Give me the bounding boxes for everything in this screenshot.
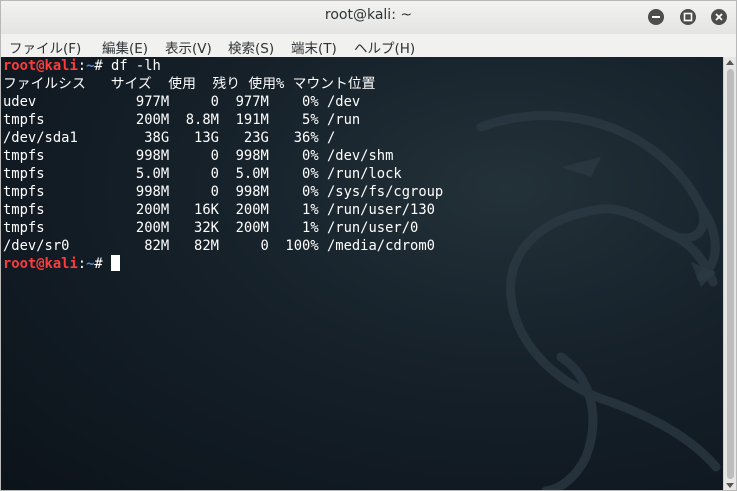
close-button[interactable]: [711, 9, 727, 25]
maximize-icon: [683, 12, 693, 22]
scroll-up-arrow-icon[interactable]: [726, 60, 734, 65]
terminal-area[interactable]: root@kali:~# df -lh ファイルシス サイズ 使用 残り 使用%…: [1, 57, 723, 490]
output-header: ファイルシス サイズ 使用 残り 使用% マウント位置: [3, 76, 376, 92]
output-row: tmpfs 200M 8.8M 191M 5% /run: [3, 112, 361, 128]
close-icon: [715, 13, 723, 21]
output-row: /dev/sda1 38G 13G 23G 36% /: [3, 130, 336, 146]
output-row: udev 977M 0 977M 0% /dev: [3, 94, 361, 110]
window-title: root@kali: ~: [324, 7, 413, 23]
menu-file[interactable]: ファイル(F): [9, 37, 81, 57]
menu-bar: ファイル(F) 編集(E) 表示(V) 検索(S) 端末(T) ヘルプ(H): [1, 34, 736, 58]
vertical-scrollbar[interactable]: [723, 57, 736, 490]
command-text: df -lh: [102, 58, 161, 74]
prompt-separator: :: [77, 256, 87, 272]
output-row: tmpfs 5.0M 0 5.0M 0% /run/lock: [3, 166, 402, 182]
prompt-symbol: #: [94, 256, 103, 272]
prompt-line: root@kali:~#: [3, 255, 121, 273]
menu-terminal[interactable]: 端末(T): [291, 37, 337, 57]
text-cursor: [111, 255, 121, 271]
output-row: tmpfs 200M 32K 200M 1% /run/user/0: [3, 220, 419, 236]
menu-view[interactable]: 表示(V): [165, 37, 212, 57]
output-row: tmpfs 998M 0 998M 0% /sys/fs/cgroup: [3, 184, 444, 200]
terminal-window: root@kali: ~ ファイル(F) 編集(E) 表示(V) 検索(S) 端…: [0, 0, 737, 491]
prompt-user: root@kali: [3, 58, 78, 74]
prompt-user: root@kali: [3, 256, 78, 272]
minimize-icon: [652, 16, 660, 18]
title-bar[interactable]: root@kali: ~: [1, 1, 736, 34]
scroll-down-arrow-icon[interactable]: [726, 483, 734, 488]
output-row: tmpfs 200M 16K 200M 1% /run/user/130: [3, 202, 435, 218]
menu-search[interactable]: 検索(S): [228, 37, 274, 57]
menu-help[interactable]: ヘルプ(H): [354, 37, 415, 57]
output-row: tmpfs 998M 0 998M 0% /dev/shm: [3, 148, 394, 164]
prompt-separator: :: [77, 58, 87, 74]
prompt-line: root@kali:~# df -lh: [3, 57, 161, 75]
prompt-symbol: #: [94, 58, 103, 74]
minimize-button[interactable]: [648, 9, 664, 25]
maximize-button[interactable]: [680, 9, 696, 25]
output-row: /dev/sr0 82M 82M 0 100% /media/cdrom0: [3, 238, 435, 254]
scrollbar-thumb[interactable]: [727, 69, 734, 479]
menu-edit[interactable]: 編集(E): [102, 37, 148, 57]
